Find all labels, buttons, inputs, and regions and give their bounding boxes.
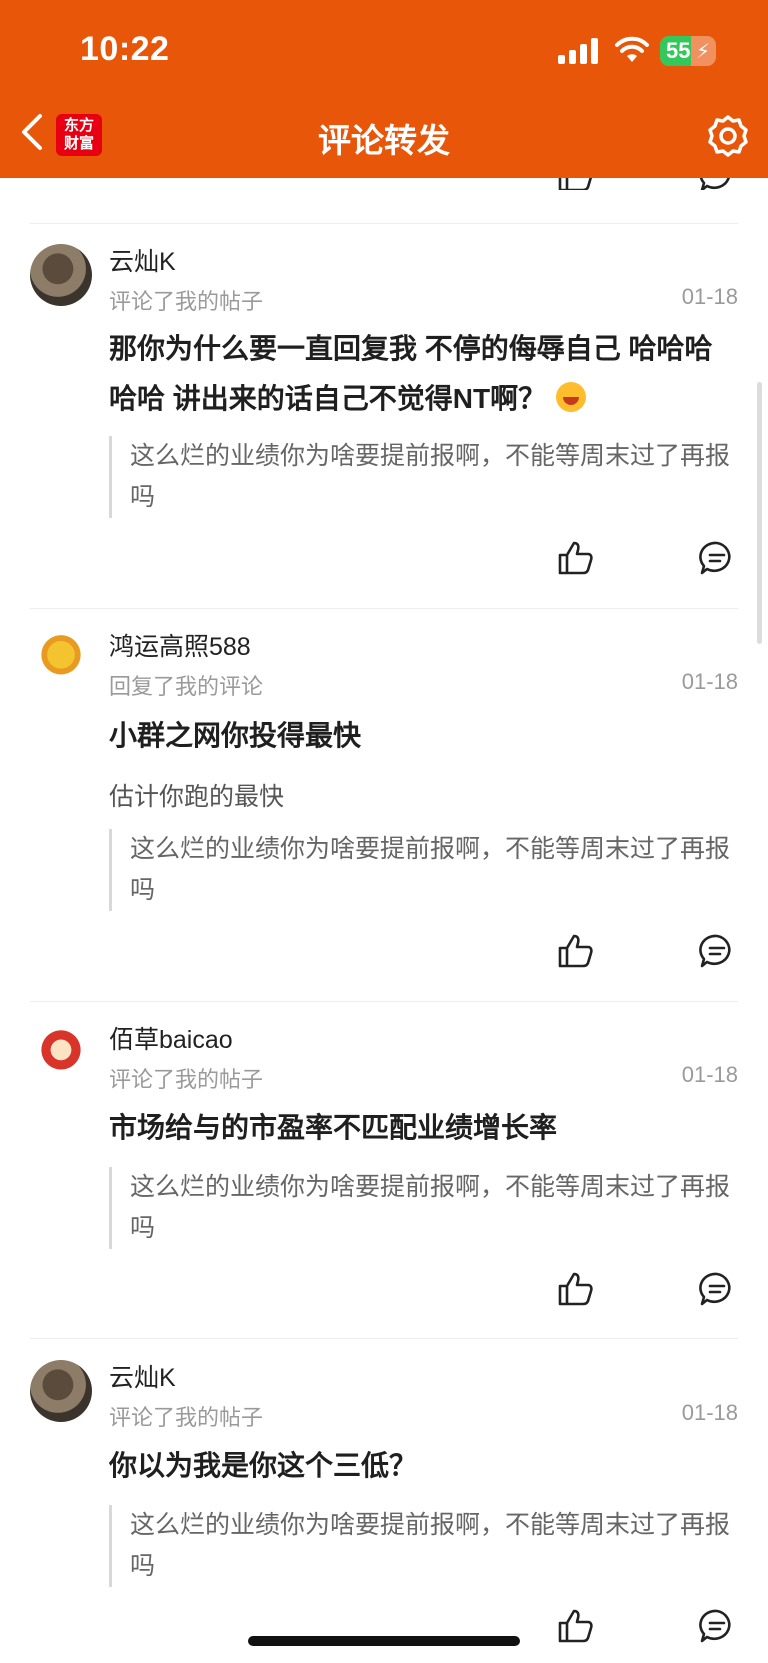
divider (30, 223, 738, 224)
thumbs-up-icon[interactable] (556, 932, 594, 970)
comment-date: 01-18 (681, 284, 738, 309)
laughing-emoji-icon (556, 382, 587, 412)
comment-bubble-icon[interactable] (698, 178, 736, 190)
comment-bubble-icon[interactable] (698, 1270, 736, 1308)
username[interactable]: 佰草baicao (109, 1020, 233, 1056)
quoted-post[interactable]: 这么烂的业绩你为啥要提前报啊，不能等周末过了再报吗 (109, 829, 739, 911)
comment-date: 01-18 (681, 669, 738, 694)
battery-level: 55 (666, 38, 691, 63)
page-title: 评论转发 (318, 122, 450, 159)
signal-icon (558, 38, 598, 64)
divider (30, 1338, 738, 1339)
status-time: 10:22 (80, 30, 170, 68)
comment-bubble-icon[interactable] (698, 1607, 736, 1645)
home-indicator[interactable] (248, 1636, 520, 1646)
thumbs-up-icon[interactable] (556, 1270, 594, 1308)
action-text: 评论了我的帖子 (109, 1405, 264, 1430)
top-bar: 10:22 55 ⚡ 东方 财富 评论转发 (0, 0, 768, 178)
divider (30, 1001, 738, 1002)
thumbs-up-icon[interactable] (556, 539, 594, 577)
divider (30, 608, 738, 609)
comment-date: 01-18 (681, 1400, 738, 1425)
comment-date: 01-18 (681, 1062, 738, 1087)
thumbs-up-icon[interactable] (556, 178, 594, 190)
comment-content: 小群之网你投得最快 (109, 720, 362, 751)
avatar[interactable] (30, 1360, 92, 1422)
username[interactable]: 云灿K (109, 1358, 176, 1394)
comment-content: 你以为我是你这个三低？ (109, 1450, 418, 1481)
quoted-post[interactable]: 这么烂的业绩你为啥要提前报啊，不能等周末过了再报吗 (109, 1505, 739, 1587)
username[interactable]: 云灿K (109, 242, 176, 278)
quoted-post[interactable]: 这么烂的业绩你为啥要提前报啊，不能等周末过了再报吗 (109, 1167, 739, 1249)
avatar[interactable] (30, 1022, 92, 1084)
thumbs-up-icon[interactable] (556, 1607, 594, 1645)
settings-gear-icon[interactable] (706, 114, 750, 158)
battery-icon: 55 ⚡ (660, 36, 716, 66)
action-text: 回复了我的评论 (109, 674, 264, 699)
reply-text: 估计你跑的最快 (109, 783, 285, 811)
scroll-indicator[interactable] (757, 382, 762, 644)
comment-bubble-icon[interactable] (698, 932, 736, 970)
action-text: 评论了我的帖子 (109, 289, 264, 314)
previous-item-actions (0, 178, 768, 190)
quoted-post[interactable]: 这么烂的业绩你为啥要提前报啊，不能等周末过了再报吗 (109, 436, 739, 518)
action-text: 评论了我的帖子 (109, 1067, 264, 1092)
username[interactable]: 鸿运高照588 (109, 627, 251, 663)
wifi-icon (615, 36, 649, 62)
comment-content: 市场给与的市盈率不匹配业绩增长率 (109, 1112, 558, 1143)
comment-bubble-icon[interactable] (698, 539, 736, 577)
avatar[interactable] (30, 244, 92, 306)
comment-content: 那你为什么要一直回复我 不停的侮辱自己 哈哈哈哈哈 讲出来的话自己不觉得NT啊？ (109, 333, 713, 414)
avatar[interactable] (30, 630, 92, 692)
charging-bolt-icon: ⚡ (695, 41, 710, 63)
